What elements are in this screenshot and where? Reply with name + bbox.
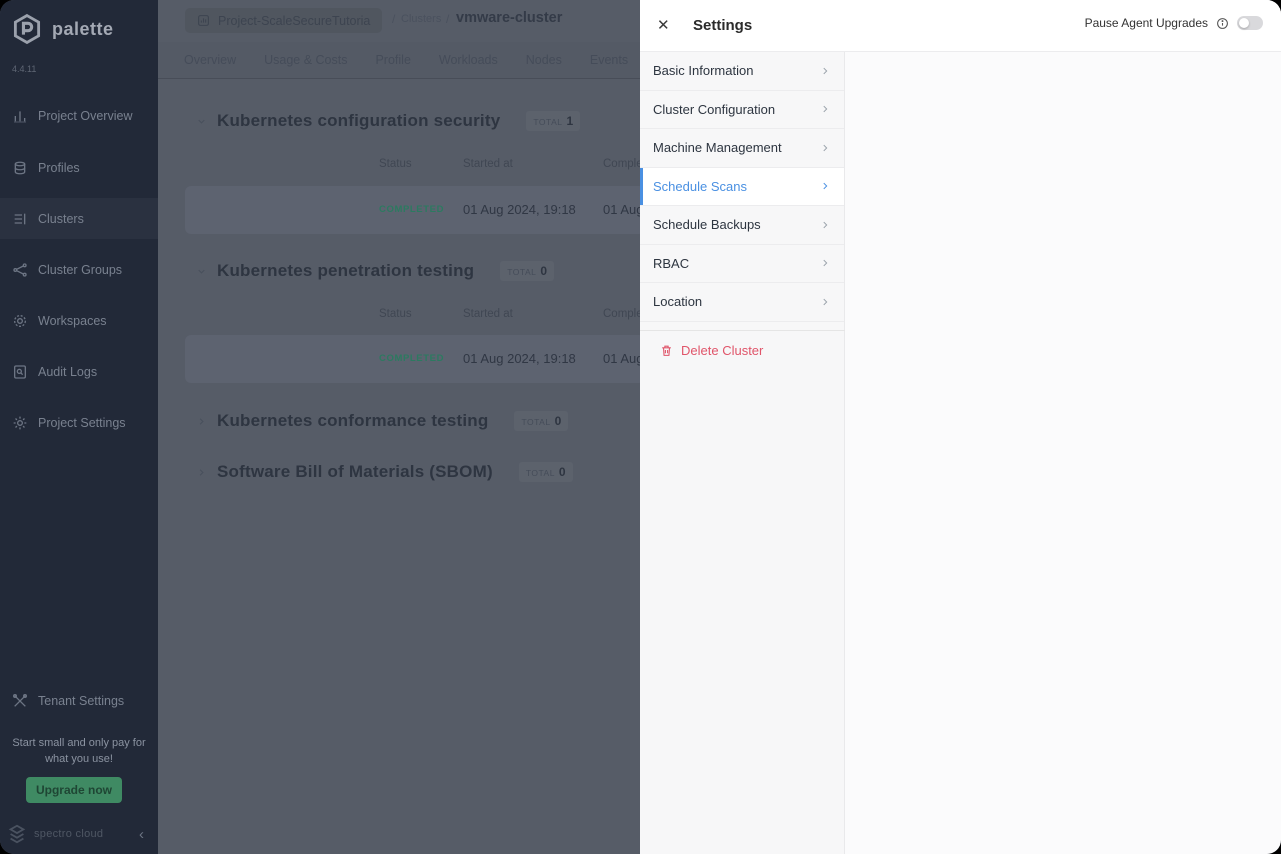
tab-nodes[interactable]: Nodes [526,53,562,67]
chevron-right-icon [820,181,830,191]
spectro-cloud-logo-icon [6,823,28,845]
settings-nav: Basic Information Cluster Configuration … [640,52,845,854]
sidebar-item-label: Profiles [38,161,80,175]
sidebar-item-workspaces[interactable]: Workspaces [0,300,158,341]
close-icon[interactable]: ✕ [657,16,670,34]
settings-title: Settings [693,17,752,34]
tab-events[interactable]: Events [590,53,628,67]
breadcrumb-project-chip[interactable]: Project-ScaleSecureTutoria [185,8,382,33]
network-nodes-icon [12,262,28,278]
chevron-right-icon [820,297,830,307]
spectro-cloud-brand: spectro cloud [34,828,103,840]
section-sbom: Software Bill of Materials (SBOM) TOTAL0 [196,462,573,482]
row-status: COMPLETED [379,204,444,215]
app-window: Project-ScaleSecureTutoria / Clusters / … [0,0,1281,854]
chevron-right-icon[interactable] [196,416,207,427]
chevron-right-icon [820,258,830,268]
delete-cluster-button[interactable]: Delete Cluster [640,330,845,370]
app-name: palette [52,19,114,40]
col-started: Started at [463,158,513,170]
layers-stack-icon [12,160,28,176]
tab-profile[interactable]: Profile [375,53,410,67]
col-started: Started at [463,308,513,320]
settings-nav-schedule-scans[interactable]: Schedule Scans [640,168,844,207]
section-title: Software Bill of Materials (SBOM) [217,462,493,482]
row-started: 01 Aug 2024, 19:18 [463,202,576,217]
breadcrumb-project: Project-ScaleSecureTutoria [218,14,370,28]
chevron-right-icon[interactable] [196,467,207,478]
section-title: Kubernetes conformance testing [217,411,488,431]
breadcrumb-separator: / [392,12,395,26]
sidebar: palette 4.4.11 Project Overview Profiles… [0,0,158,854]
sidebar-item-label: Project Overview [38,109,132,123]
app-version: 4.4.11 [12,64,36,74]
sidebar-item-label: Project Settings [38,416,126,430]
sidebar-item-label: Workspaces [38,314,107,328]
pause-agent-upgrades-toggle[interactable] [1237,16,1263,30]
palette-logo-icon [10,12,44,46]
section-title: Kubernetes penetration testing [217,261,474,281]
settings-nav-machine-management[interactable]: Machine Management [640,129,844,168]
section-penetration-testing: Kubernetes penetration testing TOTAL0 [196,261,554,281]
total-badge: TOTAL0 [519,462,573,482]
settings-nav-basic-information[interactable]: Basic Information [640,52,844,91]
tools-icon [12,693,28,709]
bar-chart-icon [12,108,28,124]
col-status: Status [379,158,412,170]
workspaces-icon [12,313,28,329]
settings-nav-rbac[interactable]: RBAC [640,245,844,284]
sidebar-item-label: Cluster Groups [38,263,122,277]
sidebar-item-project-settings[interactable]: Project Settings [0,402,158,443]
row-status: COMPLETED [379,353,444,364]
settings-nav-schedule-backups[interactable]: Schedule Backups [640,206,844,245]
upgrade-now-button[interactable]: Upgrade now [26,777,122,803]
total-badge: TOTAL1 [526,111,580,131]
pause-agent-upgrades-label: Pause Agent Upgrades [1085,16,1208,30]
tab-workloads[interactable]: Workloads [439,53,498,67]
tab-usage-costs[interactable]: Usage & Costs [264,53,347,67]
settings-nav-location[interactable]: Location [640,283,844,322]
sidebar-item-audit-logs[interactable]: Audit Logs [0,351,158,392]
gear-icon [12,415,28,431]
section-config-security: Kubernetes configuration security TOTAL1 [196,111,580,131]
sidebar-item-cluster-groups[interactable]: Cluster Groups [0,249,158,290]
chevron-right-icon [820,220,830,230]
sidebar-item-label: Audit Logs [38,365,97,379]
sidebar-item-label: Clusters [38,212,84,226]
project-icon [197,14,210,27]
chevron-right-icon [820,143,830,153]
chevron-down-icon[interactable] [196,266,207,277]
col-status: Status [379,308,412,320]
collapse-sidebar-icon[interactable]: ‹ [139,826,144,843]
sidebar-item-profiles[interactable]: Profiles [0,147,158,188]
tab-overview[interactable]: Overview [184,53,236,67]
breadcrumb-cluster-name: vmware-cluster [456,10,562,26]
chevron-down-icon[interactable] [196,116,207,127]
breadcrumb-clusters-link[interactable]: Clusters [401,13,441,25]
cluster-list-icon [12,211,28,227]
chevron-right-icon [820,66,830,76]
section-title: Kubernetes configuration security [217,111,500,131]
info-icon[interactable] [1216,17,1229,30]
total-badge: TOTAL0 [514,411,568,431]
sidebar-item-project-overview[interactable]: Project Overview [0,95,158,136]
upgrade-promo-text: Start small and only pay for what you us… [0,736,158,768]
section-conformance-testing: Kubernetes conformance testing TOTAL0 [196,411,568,431]
sidebar-footer: spectro cloud ‹ [6,820,152,848]
row-started: 01 Aug 2024, 19:18 [463,351,576,366]
settings-header: ✕ Settings Pause Agent Upgrades [640,0,1281,52]
settings-panel: ✕ Settings Pause Agent Upgrades Basic In… [640,0,1281,854]
sidebar-item-tenant-settings[interactable]: Tenant Settings [0,680,158,721]
settings-nav-cluster-configuration[interactable]: Cluster Configuration [640,91,844,130]
sidebar-item-clusters[interactable]: Clusters [0,198,158,239]
trash-icon [660,344,673,357]
total-badge: TOTAL0 [500,261,554,281]
sidebar-item-label: Tenant Settings [38,694,124,708]
audit-log-icon [12,364,28,380]
chevron-right-icon [820,104,830,114]
breadcrumb-separator-2: / [446,12,449,26]
palette-logo: palette [10,12,114,46]
